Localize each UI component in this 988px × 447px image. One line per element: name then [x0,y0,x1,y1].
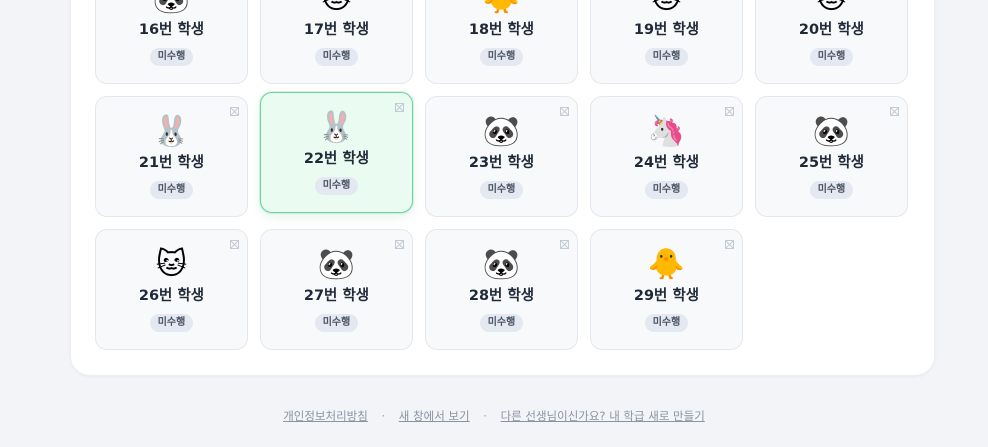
student-name: 27번 학생 [303,288,370,304]
student-avatar: 🐰 [152,114,191,149]
student-name: 16번 학생 [138,22,205,38]
delete-icon[interactable] [725,240,734,249]
open-new-window-link[interactable]: 새 창에서 보기 [399,409,470,423]
delete-icon[interactable] [395,103,404,112]
student-card[interactable]: 🐼 28번 학생 미수행 [425,229,578,350]
student-card[interactable]: 🐱 20번 학생 미수행 [755,0,908,84]
delete-icon[interactable] [560,107,569,116]
status-badge: 미수행 [149,181,194,199]
status-badge: 미수행 [314,177,359,195]
student-avatar: 🐱 [816,0,847,18]
status-badge: 미수행 [314,314,359,332]
student-grid: 🐼 16번 학생 미수행 🐱 17번 학생 미수행 🐥 18번 학생 미수행 🐱… [95,0,908,350]
student-card[interactable]: 🐼 23번 학생 미수행 [425,96,578,217]
delete-icon[interactable] [890,107,899,116]
student-name: 28번 학생 [468,288,535,304]
student-name: 22번 학생 [303,151,370,167]
delete-icon[interactable] [395,240,404,249]
status-badge: 미수행 [644,314,689,332]
student-card[interactable]: 🐰 21번 학생 미수행 [95,96,248,217]
status-badge: 미수행 [809,48,854,66]
student-card[interactable]: 🐱 19번 학생 미수행 [590,0,743,84]
status-badge: 미수행 [809,181,854,199]
student-avatar: 🐱 [321,0,352,18]
student-avatar: 🐥 [647,247,686,282]
student-card[interactable]: 🐱 17번 학생 미수행 [260,0,413,84]
student-card[interactable]: 🐥 18번 학생 미수행 [425,0,578,84]
footer-separator: · [483,409,487,423]
status-badge: 미수행 [479,181,524,199]
student-name: 18번 학생 [468,22,535,38]
delete-icon[interactable] [230,240,239,249]
student-avatar: 🐼 [153,0,190,18]
status-badge: 미수행 [479,48,524,66]
status-badge: 미수행 [149,314,194,332]
student-name: 17번 학생 [303,22,370,38]
student-card[interactable]: 🐼 27번 학생 미수행 [260,229,413,350]
student-avatar: 🦄 [647,114,686,149]
student-name: 29번 학생 [633,288,700,304]
create-class-link[interactable]: 다른 선생님이신가요? 내 학급 새로 만들기 [501,409,705,423]
student-name: 21번 학생 [138,155,205,171]
student-avatar: 🐼 [812,114,851,149]
student-name: 25번 학생 [798,155,865,171]
student-card[interactable]: 🐼 16번 학생 미수행 [95,0,248,84]
student-card[interactable]: 🐱 26번 학생 미수행 [95,229,248,350]
student-avatar: 🐼 [317,247,356,282]
student-card[interactable]: 🦄 24번 학생 미수행 [590,96,743,217]
status-badge: 미수행 [314,48,359,66]
student-name: 19번 학생 [633,22,700,38]
student-avatar: 🐱 [651,0,682,18]
student-avatar: 🐥 [483,0,520,18]
student-avatar: 🐰 [317,110,356,145]
status-badge: 미수행 [149,48,194,66]
footer-links: 개인정보처리방침 · 새 창에서 보기 · 다른 선생님이신가요? 내 학급 새… [0,408,988,424]
status-badge: 미수행 [644,48,689,66]
delete-icon[interactable] [725,107,734,116]
student-name: 26번 학생 [138,288,205,304]
student-card[interactable]: 🐥 29번 학생 미수행 [590,229,743,350]
student-avatar: 🐱 [155,247,188,282]
footer-separator: · [381,409,386,423]
student-avatar: 🐼 [482,114,521,149]
student-name: 23번 학생 [468,155,535,171]
student-avatar: 🐼 [482,247,521,282]
student-name: 24번 학생 [633,155,700,171]
privacy-policy-link[interactable]: 개인정보처리방침 [283,409,368,423]
status-badge: 미수행 [644,181,689,199]
status-badge: 미수행 [479,314,524,332]
student-card[interactable]: 🐼 25번 학생 미수행 [755,96,908,217]
delete-icon[interactable] [230,107,239,116]
delete-icon[interactable] [560,240,569,249]
student-name: 20번 학생 [798,22,865,38]
student-card-selected[interactable]: 🐰 22번 학생 미수행 [260,92,413,213]
